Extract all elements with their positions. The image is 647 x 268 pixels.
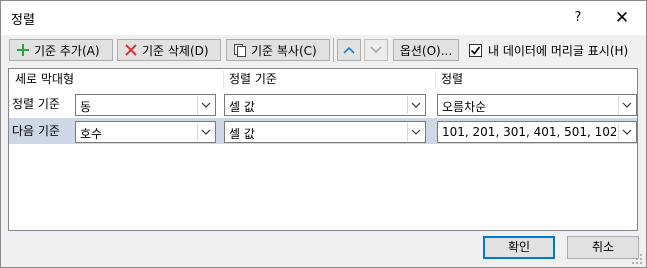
order-select-value: 101, 201, 301, 401, 501, 102, 202 — [442, 125, 616, 139]
has-headers-option[interactable]: 내 데이터에 머리글 표시(H) — [469, 40, 628, 60]
dropdown-arrow-icon[interactable] — [618, 123, 635, 141]
dropdown-arrow-icon[interactable] — [197, 96, 214, 114]
sort-dialog: 정렬 ? ✕ 기준 추가(A) 기준 삭제(D) 기준 복사(C) 옵션(O).… — [0, 0, 647, 268]
sort-on-select[interactable]: 셀 값 — [224, 94, 426, 116]
dropdown-arrow-icon[interactable] — [407, 123, 424, 141]
sort-level-row-selected[interactable]: 다음 기준 호수 셀 값 101, 201, 301, 401, 501, 10… — [9, 118, 637, 144]
dropdown-arrow-icon[interactable] — [618, 96, 635, 114]
dropdown-arrow-icon[interactable] — [407, 96, 424, 114]
title-bar: 정렬 ? ✕ — [1, 1, 646, 35]
column-header-sort-on: 정렬 기준 — [229, 72, 277, 86]
row-label: 정렬 기준 — [12, 97, 60, 111]
has-headers-label: 내 데이터에 머리글 표시(H) — [488, 43, 629, 58]
add-level-button[interactable]: 기준 추가(A) — [9, 39, 113, 61]
order-select-value: 오름차순 — [442, 100, 487, 114]
checkmark-icon — [470, 46, 481, 55]
sort-level-row[interactable]: 정렬 기준 동 셀 값 오름차순 — [9, 91, 637, 117]
copy-level-label: 기준 복사(C) — [251, 43, 317, 58]
chevron-up-icon — [343, 46, 355, 54]
column-select-value: 동 — [80, 100, 92, 114]
delete-level-button[interactable]: 기준 삭제(D) — [117, 39, 221, 61]
sort-levels-grid: 세로 막대형 정렬 기준 정렬 정렬 기준 동 셀 값 오름차순 다음 기준 호… — [8, 68, 638, 231]
ok-button[interactable]: 확인 — [483, 236, 555, 259]
column-header-column: 세로 막대형 — [15, 72, 75, 86]
delete-x-icon — [125, 44, 137, 56]
sort-on-select[interactable]: 셀 값 — [224, 121, 426, 143]
chevron-down-icon — [370, 46, 382, 54]
column-select-value: 호수 — [80, 127, 103, 141]
column-select[interactable]: 동 — [75, 94, 216, 116]
resize-grip-icon[interactable] — [631, 253, 643, 265]
toolbar-divider — [333, 38, 334, 62]
delete-level-label: 기준 삭제(D) — [142, 43, 209, 58]
order-select[interactable]: 오름차순 — [437, 94, 637, 116]
move-up-button[interactable] — [337, 39, 361, 61]
sort-on-select-value: 셀 값 — [229, 127, 255, 141]
sort-on-select-value: 셀 값 — [229, 100, 255, 114]
close-button[interactable]: ✕ — [605, 5, 639, 31]
column-header-order: 정렬 — [441, 72, 464, 86]
order-select[interactable]: 101, 201, 301, 401, 501, 102, 202 — [437, 121, 637, 143]
has-headers-checkbox[interactable] — [469, 43, 482, 57]
cancel-button[interactable]: 취소 — [567, 236, 639, 259]
options-label: 옵션(O)... — [399, 43, 453, 58]
copy-icon — [234, 44, 246, 57]
move-down-button[interactable] — [364, 39, 388, 61]
column-select[interactable]: 호수 — [75, 121, 216, 143]
row-label: 다음 기준 — [12, 124, 60, 138]
add-level-label: 기준 추가(A) — [34, 43, 100, 58]
copy-level-button[interactable]: 기준 복사(C) — [226, 39, 330, 61]
dialog-title: 정렬 — [11, 13, 35, 28]
plus-icon — [17, 44, 29, 56]
options-button[interactable]: 옵션(O)... — [393, 39, 459, 61]
dropdown-arrow-icon[interactable] — [197, 123, 214, 141]
help-button[interactable]: ? — [566, 7, 590, 29]
